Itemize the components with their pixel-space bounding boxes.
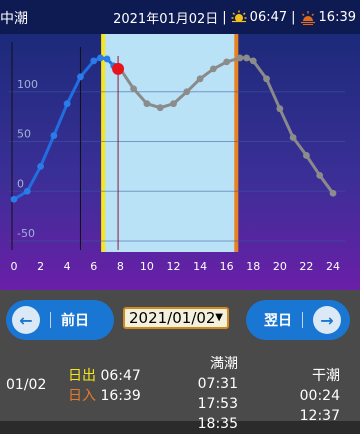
date-select-value: 2021/01/02 <box>129 309 216 327</box>
tide-point <box>303 152 310 159</box>
arrow-left-icon: ← <box>12 306 40 334</box>
y-tick-label: 100 <box>17 78 38 91</box>
y-tick-label: 0 <box>17 177 24 190</box>
high-tide-time: 18:35 <box>197 416 238 432</box>
sun-times: 日出 06:47 日入 16:39 <box>68 366 141 406</box>
sunset-icon <box>300 10 315 25</box>
button-divider <box>302 312 303 328</box>
tide-point <box>63 100 71 108</box>
sunrise-time: 06:47 <box>100 368 141 384</box>
tide-point <box>243 54 251 62</box>
tide-type-title: 中潮 <box>0 11 28 27</box>
tide-chart[interactable]: 100 50 0 -50 0 2 4 6 8 10 12 14 16 18 20 22 24 <box>0 34 360 290</box>
low-tide-time: 12:37 <box>299 408 340 424</box>
tide-info-row: 01/02 日出 06:47 日入 16:39 満潮 07:31 17:53 1… <box>0 348 360 432</box>
arrow-right-icon: → <box>313 306 341 334</box>
tide-point <box>236 54 244 62</box>
tide-chart-svg: 100500-500 2 4 6 8 10 12 14 16 18 20 22 24 <box>0 34 360 290</box>
tide-point <box>77 73 84 81</box>
sunrise-icon <box>231 10 247 25</box>
tide-point <box>50 132 58 139</box>
high-tide-times: 満潮 07:31 17:53 18:35 <box>170 354 238 434</box>
tide-point <box>316 171 324 179</box>
tide-point <box>96 54 104 62</box>
x-tick-label: 12 <box>167 260 181 273</box>
x-tick-label: 22 <box>299 260 313 273</box>
sunrise-marker <box>101 34 106 252</box>
tide-point <box>10 195 18 203</box>
high-tide-label: 満潮 <box>210 356 238 372</box>
tide-point <box>156 104 164 112</box>
sunrise-label: 日出 <box>68 368 96 384</box>
caret-down-icon: ▼ <box>215 312 223 323</box>
next-day-label: 翌日 <box>264 313 292 329</box>
tide-point <box>263 75 270 83</box>
header-sunset-time: 16:39 <box>318 10 356 25</box>
tide-point <box>249 57 257 65</box>
tide-point <box>223 58 231 66</box>
previous-day-button[interactable]: ← 前日 <box>6 300 114 340</box>
low-tide-label: 干潮 <box>312 368 340 384</box>
low-tide-times: 干潮 00:24 12:37 <box>272 366 340 426</box>
sunset-marker <box>234 34 239 252</box>
x-tick-label: 10 <box>140 260 154 273</box>
tide-point <box>23 187 31 195</box>
tide-point <box>183 88 191 96</box>
x-tick-label: 8 <box>117 260 124 273</box>
sunset-time: 16:39 <box>100 388 141 404</box>
low-tide-time: 00:24 <box>299 388 340 404</box>
tide-point <box>276 105 284 113</box>
x-tick-label: 18 <box>246 260 260 273</box>
header-sunrise-time: 06:47 <box>249 10 288 25</box>
previous-day-label: 前日 <box>61 313 89 329</box>
x-tick-label: 0 <box>11 260 18 273</box>
header-separator: | <box>222 10 227 25</box>
tide-point <box>170 100 177 108</box>
header-separator: | <box>291 10 296 25</box>
tide-point <box>143 100 151 108</box>
tide-point <box>90 57 98 65</box>
x-tick-label: 6 <box>90 260 97 273</box>
date-select[interactable]: 2021/01/02 ▼ <box>123 307 229 329</box>
tide-point <box>37 162 44 170</box>
button-divider <box>50 312 51 328</box>
header-date: 2021年01月02日 <box>113 12 219 27</box>
x-tick-label: 24 <box>326 260 340 273</box>
tide-point <box>196 75 204 83</box>
header-info: 2021年01月02日 | 06:47 | 16:39 <box>113 8 356 27</box>
high-tide-time: 07:31 <box>197 376 238 392</box>
sunset-label: 日入 <box>68 388 96 404</box>
y-tick-label: -50 <box>17 227 35 240</box>
tide-point <box>329 189 337 197</box>
info-date: 01/02 <box>6 377 47 393</box>
x-tick-label: 2 <box>37 260 44 273</box>
x-tick-label: 20 <box>273 260 287 273</box>
x-tick-label: 4 <box>64 260 71 273</box>
tide-point <box>289 134 297 141</box>
x-tick-label: 14 <box>193 260 207 273</box>
tide-point <box>209 65 217 73</box>
x-tick-label: 16 <box>220 260 234 273</box>
high-tide-time: 17:53 <box>197 396 238 412</box>
current-tide-point <box>112 62 125 75</box>
y-tick-label: 50 <box>17 128 31 141</box>
date-controls: ← 前日 2021/01/02 ▼ 翌日 → <box>0 290 360 348</box>
app-header: 中潮 2021年01月02日 | 06:47 | 16:39 <box>0 0 360 34</box>
tide-point <box>103 55 111 63</box>
tide-point <box>130 85 138 93</box>
next-day-button[interactable]: 翌日 → <box>246 300 350 340</box>
